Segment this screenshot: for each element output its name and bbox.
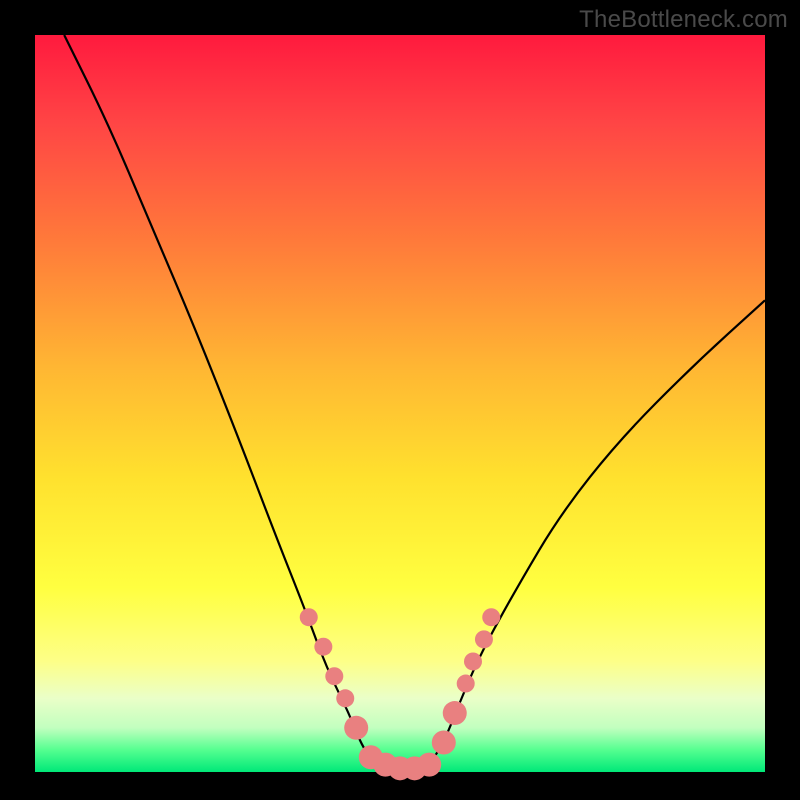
curve-svg [35, 35, 765, 772]
marker-point [336, 689, 354, 707]
marker-point [417, 753, 441, 777]
marker-point [443, 701, 467, 725]
marker-point [475, 630, 493, 648]
marker-point [300, 608, 318, 626]
marker-point [464, 652, 482, 670]
chart-frame: TheBottleneck.com [0, 0, 800, 800]
watermark-text: TheBottleneck.com [579, 6, 788, 34]
highlight-markers [300, 608, 501, 780]
marker-point [325, 667, 343, 685]
marker-point [482, 608, 500, 626]
marker-point [314, 638, 332, 656]
marker-point [344, 716, 368, 740]
plot-area [35, 35, 765, 772]
bottleneck-curve [64, 35, 765, 772]
marker-point [432, 731, 456, 755]
marker-point [457, 675, 475, 693]
